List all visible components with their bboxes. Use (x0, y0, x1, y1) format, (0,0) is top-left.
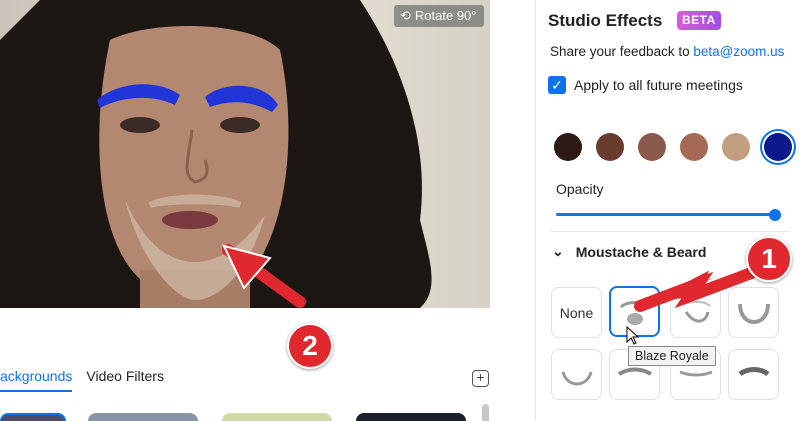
background-thumbnail[interactable] (0, 413, 66, 421)
tab-backgrounds[interactable]: ackgrounds (0, 368, 73, 392)
section-title: Moustache & Beard (575, 243, 707, 260)
beard-icon (737, 303, 770, 324)
color-swatch[interactable] (680, 133, 708, 161)
rotate-label: Rotate 90° (414, 8, 477, 23)
studio-effects-window: ⟲ Rotate 90° 2 ackgrounds Video Filters … (0, 0, 800, 421)
mouse-cursor-icon (626, 326, 640, 345)
tab-video-filters[interactable]: Video Filters (86, 368, 164, 392)
beard-option[interactable] (551, 349, 602, 400)
apply-future-meetings[interactable]: ✓ Apply to all future meetings (548, 76, 743, 94)
section-moustache-beard[interactable]: ⌄ Moustache & Beard (552, 243, 706, 260)
add-background-button[interactable]: + (472, 370, 489, 387)
divider (550, 231, 790, 232)
feedback-label: Share your feedback to (550, 44, 690, 59)
opacity-label: Opacity (556, 181, 604, 197)
feedback-text: Share your feedback to beta@zoom.us (550, 44, 784, 59)
color-swatch[interactable] (638, 133, 666, 161)
beta-badge: BETA (677, 11, 721, 30)
face-illustration (0, 0, 432, 308)
callout-1: 1 (746, 236, 792, 282)
moustache-option[interactable] (728, 349, 779, 400)
color-swatch[interactable] (554, 133, 582, 161)
rotate-button[interactable]: ⟲ Rotate 90° (394, 5, 485, 27)
panel-title: Studio Effects (548, 11, 663, 30)
opacity-slider-handle[interactable] (769, 209, 781, 221)
color-swatches (554, 133, 792, 161)
beard-icon (619, 300, 650, 325)
color-swatch[interactable] (596, 133, 624, 161)
checkbox-checked-icon[interactable]: ✓ (548, 76, 566, 94)
chevron-down-icon: ⌄ (552, 243, 564, 259)
scrollbar[interactable] (482, 404, 489, 421)
feedback-link[interactable]: beta@zoom.us (693, 44, 784, 59)
video-preview: ⟲ Rotate 90° 2 (0, 0, 490, 308)
opacity-slider[interactable] (556, 213, 778, 216)
beard-option[interactable] (670, 287, 721, 338)
backgrounds-area: ackgrounds Video Filters + (0, 308, 500, 421)
background-thumbnail[interactable] (88, 413, 198, 421)
beard-icon (561, 370, 592, 385)
rotate-icon: ⟲ (400, 8, 411, 23)
effects-tabs: ackgrounds Video Filters (0, 368, 164, 392)
color-swatch[interactable] (722, 133, 750, 161)
callout-2: 2 (287, 323, 333, 369)
background-thumbnail[interactable] (356, 413, 466, 421)
tooltip: Blaze Royale (628, 346, 716, 366)
moustache-icon (738, 366, 769, 376)
apply-label: Apply to all future meetings (574, 77, 743, 93)
beard-option[interactable] (728, 287, 779, 338)
beard-icon (683, 300, 711, 322)
color-swatch-selected[interactable] (764, 133, 792, 161)
background-thumbnail[interactable] (222, 413, 332, 421)
beard-option-none[interactable]: None (551, 287, 602, 338)
